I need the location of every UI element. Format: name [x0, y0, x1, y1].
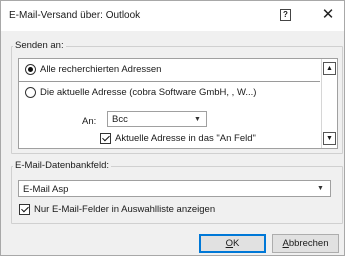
current-address-checkbox[interactable] — [100, 133, 111, 144]
radio-current-address-label: Die aktuelle Adresse (cobra Software Gmb… — [40, 87, 257, 98]
radio-current-address[interactable] — [25, 87, 36, 98]
only-email-fields-checkbox[interactable] — [19, 204, 30, 215]
help-icon[interactable]: ? — [280, 9, 291, 21]
recipient-options-list: Alle recherchierten Adressen Die aktuell… — [18, 58, 338, 149]
an-dropdown-value: Bcc — [112, 114, 128, 125]
current-address-checkbox-label: Aktuelle Adresse in das "An Feld" — [115, 133, 256, 144]
ok-button-mnemonic: O — [225, 238, 234, 249]
an-dropdown[interactable]: Bcc ▼ — [107, 111, 207, 127]
close-icon[interactable]: ✕ — [319, 6, 337, 24]
email-dispatch-dialog: E-Mail-Versand über: Outlook ? ✕ Senden … — [0, 0, 345, 256]
radio-all-addresses-label: Alle recherchierten Adressen — [40, 64, 162, 75]
ok-button-label: K — [233, 238, 240, 249]
only-email-fields-checkbox-label: Nur E-Mail-Felder in Auswahlliste anzeig… — [34, 204, 216, 215]
cancel-button-label: bbrechen — [288, 238, 329, 249]
ok-button[interactable]: OK — [199, 234, 266, 253]
scroll-up-icon[interactable]: ▲ — [323, 62, 336, 75]
chevron-down-icon: ▼ — [194, 116, 201, 123]
chevron-down-icon: ▼ — [317, 185, 324, 192]
db-field-dropdown[interactable]: E-Mail Asp ▼ — [18, 180, 331, 197]
list-scrollbar[interactable]: ▲ ▼ — [321, 59, 337, 148]
cancel-button[interactable]: Abbrechen — [272, 234, 339, 253]
radio-all-addresses[interactable] — [25, 64, 36, 75]
db-field-dropdown-value: E-Mail Asp — [23, 184, 69, 195]
title-bar: E-Mail-Versand über: Outlook ? ✕ — [1, 1, 344, 31]
recipient-option-current[interactable]: Die aktuelle Adresse (cobra Software Gmb… — [19, 82, 320, 104]
window-title: E-Mail-Versand über: Outlook — [9, 10, 141, 21]
scroll-down-icon[interactable]: ▼ — [323, 132, 336, 145]
db-field-group-label: E-Mail-Datenbankfeld: — [13, 160, 111, 171]
send-to-group-label: Senden an: — [13, 40, 66, 51]
recipient-option-all[interactable]: Alle recherchierten Adressen — [19, 59, 320, 81]
an-label: An: — [82, 116, 97, 127]
